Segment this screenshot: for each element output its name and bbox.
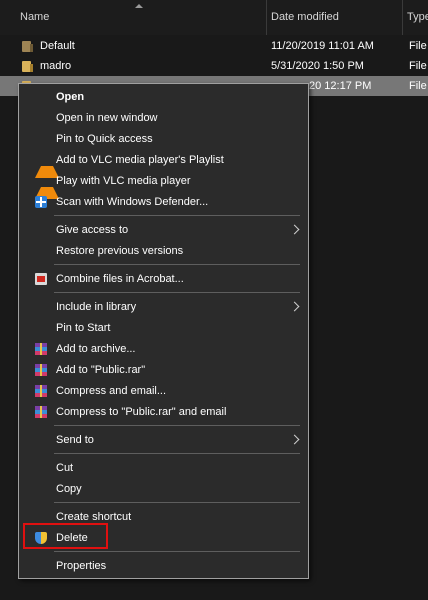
file-name: Default (40, 40, 75, 52)
file-row[interactable]: madro 5/31/2020 1:50 PM File (0, 56, 428, 76)
menu-item-label: Compress to "Public.rar" and email (56, 406, 227, 418)
winrar-icon (35, 406, 47, 418)
folder-icon (22, 61, 33, 72)
menu-item-restore-versions[interactable]: Restore previous versions (19, 241, 308, 262)
menu-item-pin-quick-access[interactable]: Pin to Quick access (19, 129, 308, 150)
menu-item-label: Open in new window (56, 112, 158, 124)
menu-item-label: Compress and email... (56, 385, 167, 397)
menu-item-label: Give access to (56, 224, 129, 236)
menu-item-label: Create shortcut (56, 511, 132, 523)
context-menu: Open Open in new window Pin to Quick acc… (18, 83, 309, 579)
menu-item-label: Pin to Start (56, 322, 111, 334)
chevron-right-icon (289, 301, 300, 312)
column-header-date-modified[interactable]: Date modified (271, 11, 339, 23)
menu-item-compress-public-email[interactable]: Compress to "Public.rar" and email (19, 402, 308, 423)
menu-separator (54, 264, 300, 265)
file-row[interactable]: Default 11/20/2019 11:01 AM File (0, 36, 428, 56)
menu-separator (54, 425, 300, 426)
menu-item-label: Properties (56, 560, 107, 572)
menu-item-open-new-window[interactable]: Open in new window (19, 108, 308, 129)
menu-item-send-to[interactable]: Send to (19, 430, 308, 451)
menu-separator (54, 502, 300, 503)
chevron-right-icon (289, 224, 300, 235)
menu-item-properties[interactable]: Properties (19, 556, 308, 577)
menu-item-cut[interactable]: Cut (19, 458, 308, 479)
file-date: 5/31/2020 1:50 PM (271, 60, 364, 72)
menu-item-pin-start[interactable]: Pin to Start (19, 318, 308, 339)
menu-item-open[interactable]: Open (19, 87, 308, 108)
menu-item-compress-email[interactable]: Compress and email... (19, 381, 308, 402)
menu-item-label: Add to VLC media player's Playlist (56, 154, 224, 166)
column-header-bar: Name Date modified Type (0, 0, 428, 35)
menu-item-label: Combine files in Acrobat... (56, 273, 184, 285)
menu-item-label: Add to archive... (56, 343, 136, 355)
menu-item-vlc-play[interactable]: Play with VLC media player (19, 171, 308, 199)
file-type: File (409, 40, 427, 52)
menu-item-label: Restore previous versions (56, 245, 184, 257)
menu-item-copy[interactable]: Copy (19, 479, 308, 500)
menu-item-label: Add to "Public.rar" (56, 364, 146, 376)
menu-item-label: Open (56, 91, 85, 103)
menu-item-acrobat-combine[interactable]: Combine files in Acrobat... (19, 269, 308, 290)
folder-icon (22, 41, 33, 52)
menu-item-add-archive[interactable]: Add to archive... (19, 339, 308, 360)
file-type: File (409, 60, 427, 72)
delete-highlight-box (23, 523, 108, 549)
menu-separator (54, 215, 300, 216)
column-header-type[interactable]: Type (407, 11, 428, 23)
chevron-right-icon (289, 434, 300, 445)
menu-separator (54, 453, 300, 454)
menu-item-defender-scan[interactable]: Scan with Windows Defender... (19, 192, 308, 213)
menu-item-vlc-playlist[interactable]: Add to VLC media player's Playlist (19, 150, 308, 178)
winrar-icon (35, 364, 47, 376)
menu-item-label: Pin to Quick access (56, 133, 153, 145)
windows-defender-icon (35, 196, 47, 208)
menu-item-label: Play with VLC media player (56, 175, 191, 187)
file-date-partial: 20 12:17 PM (309, 80, 372, 92)
file-type: File (409, 80, 427, 92)
menu-item-label: Copy (56, 483, 82, 495)
menu-separator (54, 551, 300, 552)
column-divider[interactable] (402, 0, 403, 35)
menu-item-label: Send to (56, 434, 94, 446)
sort-ascending-icon[interactable] (135, 4, 143, 8)
menu-item-label: Cut (56, 462, 74, 474)
acrobat-icon (35, 273, 47, 285)
menu-item-include-library[interactable]: Include in library (19, 297, 308, 318)
column-divider[interactable] (266, 0, 267, 35)
file-date: 11/20/2019 11:01 AM (271, 40, 374, 52)
winrar-icon (35, 385, 47, 397)
menu-item-add-public-rar[interactable]: Add to "Public.rar" (19, 360, 308, 381)
menu-item-label: Include in library (56, 301, 137, 313)
menu-separator (54, 292, 300, 293)
column-header-name[interactable]: Name (20, 11, 49, 23)
menu-item-give-access[interactable]: Give access to (19, 220, 308, 241)
file-name: madro (40, 60, 72, 72)
winrar-icon (35, 343, 47, 355)
menu-item-label: Scan with Windows Defender... (56, 196, 209, 208)
